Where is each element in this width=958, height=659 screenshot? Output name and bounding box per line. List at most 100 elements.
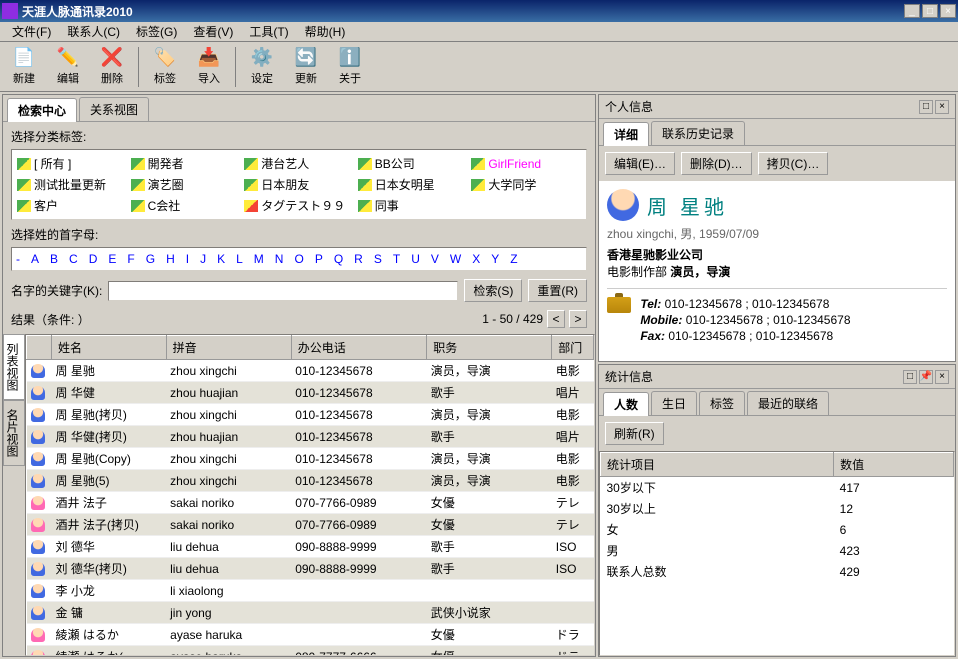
tag-item[interactable]: 港台艺人 [243,154,355,173]
panel-minimize-button[interactable]: □ [919,100,933,114]
tab-tags[interactable]: 标签 [699,391,745,415]
menu-contact[interactable]: 联系人(C) [59,21,128,42]
column-header[interactable]: 拼音 [166,336,291,360]
alpha-letter-R[interactable]: R [354,252,363,266]
alpha-letter-M[interactable]: M [254,252,264,266]
table-row[interactable]: 周 星驰(5)zhou xingchi010-12345678演员，导演电影 [27,470,594,492]
column-header[interactable] [27,336,52,360]
tag-item[interactable]: [ 所有 ] [16,154,128,173]
tag-item[interactable]: 大学同学 [470,175,582,194]
search-button[interactable]: 检索(S) [464,279,522,302]
refresh-button[interactable]: 刷新(R) [605,422,664,445]
tag-item[interactable]: 開発者 [130,154,242,173]
alpha-letter-K[interactable]: K [217,252,225,266]
tag-item[interactable]: BB公司 [357,154,469,173]
alpha-letter-Y[interactable]: Y [491,252,499,266]
tab-detail[interactable]: 详细 [603,122,649,146]
tab-recent[interactable]: 最近的联络 [747,391,829,415]
alpha-letter-U[interactable]: U [411,252,420,266]
alpha-letter-H[interactable]: H [166,252,175,266]
tag-item[interactable]: タグテスト９９ [243,196,355,215]
menu-tags[interactable]: 标签(G) [128,21,185,42]
tool-import[interactable]: 📥 导入 [189,45,229,89]
column-header[interactable]: 职务 [427,336,552,360]
alpha-letter-J[interactable]: J [200,252,206,266]
menu-file[interactable]: 文件(F) [4,21,59,42]
table-row[interactable]: 李 小龙li xiaolong [27,580,594,602]
table-row[interactable]: 金 镛jin yong武侠小说家 [27,602,594,624]
contact-table-wrap[interactable]: 姓名拼音办公电话职务部门 周 星驰zhou xingchi010-1234567… [25,334,595,656]
table-row[interactable]: 刘 德华liu dehua090-8888-9999歌手ISO [27,536,594,558]
tool-edit[interactable]: ✏️ 编辑 [48,45,88,89]
table-row[interactable]: 周 华健(拷贝)zhou huajian010-12345678歌手唱片 [27,426,594,448]
copy-contact-button[interactable]: 拷贝(C)… [758,152,829,175]
alpha-letter-L[interactable]: L [236,252,243,266]
tag-item[interactable]: 同事 [357,196,469,215]
table-row[interactable]: 刘 德华(拷贝)liu dehua090-8888-9999歌手ISO [27,558,594,580]
alpha-letter-V[interactable]: V [431,252,439,266]
alpha-letter-N[interactable]: N [275,252,284,266]
vert-tab-card[interactable]: 名片视图 [3,400,25,466]
panel-close-button[interactable]: × [935,370,949,384]
table-row[interactable]: 周 星驰(拷贝)zhou xingchi010-12345678演员，导演电影 [27,404,594,426]
tag-item[interactable]: 客户 [16,196,128,215]
menu-help[interactable]: 帮助(H) [297,21,354,42]
tool-settings[interactable]: ⚙️ 设定 [242,45,282,89]
tab-search-center[interactable]: 检索中心 [7,98,77,122]
prev-page-button[interactable]: < [547,310,565,328]
table-row[interactable]: 周 星驰(Copy)zhou xingchi010-12345678演员，导演电… [27,448,594,470]
table-row[interactable]: 周 星驰zhou xingchi010-12345678演员，导演电影 [27,360,594,382]
menu-view[interactable]: 查看(V) [185,21,241,42]
delete-contact-button[interactable]: 删除(D)… [681,152,752,175]
tag-item[interactable]: 演艺圈 [130,175,242,194]
tool-delete[interactable]: ❌ 删除 [92,45,132,89]
alpha-letter-D[interactable]: D [89,252,98,266]
menu-tools[interactable]: 工具(T) [241,21,296,42]
alpha-letter-O[interactable]: O [294,252,303,266]
tool-about[interactable]: ℹ️ 关于 [330,45,370,89]
alpha-letter-Z[interactable]: Z [510,252,517,266]
alpha-letter-F[interactable]: F [127,252,134,266]
tag-item[interactable]: GirlFriend [470,154,582,173]
column-header[interactable]: 部门 [552,336,594,360]
alpha-letter-A[interactable]: A [31,252,39,266]
tab-history[interactable]: 联系历史记录 [651,121,745,145]
alpha-letter-I[interactable]: I [186,252,189,266]
alpha-letter-E[interactable]: E [108,252,116,266]
tab-count[interactable]: 人数 [603,392,649,416]
column-header[interactable]: 办公电话 [291,336,426,360]
alpha-letter-C[interactable]: C [69,252,78,266]
table-row[interactable]: 綾瀬 はるか(…ayase haruka080-7777-6666女優ドラ [27,646,594,657]
alpha-letter-W[interactable]: W [450,252,461,266]
vert-tab-list[interactable]: 列表视图 [3,334,25,400]
table-row[interactable]: 綾瀬 はるかayase haruka女優ドラ [27,624,594,646]
panel-minimize-button[interactable]: □ [903,370,917,384]
alpha-letter-T[interactable]: T [393,252,400,266]
alpha-letter-B[interactable]: B [50,252,58,266]
tag-item[interactable]: C会社 [130,196,242,215]
tag-item[interactable]: 日本朋友 [243,175,355,194]
table-row[interactable]: 酒井 法子sakai noriko070-7766-0989女優テレ [27,492,594,514]
keyword-input[interactable] [108,281,458,301]
alpha-letter-S[interactable]: S [374,252,382,266]
tool-new[interactable]: 📄 新建 [4,45,44,89]
tag-item[interactable]: 测试批量更新 [16,175,128,194]
panel-close-button[interactable]: × [935,100,949,114]
tab-relation-view[interactable]: 关系视图 [79,97,149,121]
column-header[interactable]: 统计项目 [601,453,834,477]
tool-tags[interactable]: 🏷️ 标签 [145,45,185,89]
column-header[interactable]: 数值 [834,453,954,477]
alpha-letter-P[interactable]: P [315,252,323,266]
next-page-button[interactable]: > [569,310,587,328]
minimize-button[interactable]: _ [904,4,920,18]
edit-contact-button[interactable]: 编辑(E)… [605,152,675,175]
panel-pin-button[interactable]: 📌 [919,370,933,384]
column-header[interactable]: 姓名 [52,336,167,360]
reset-button[interactable]: 重置(R) [528,279,587,302]
tag-item[interactable]: 日本女明星 [357,175,469,194]
alpha-letter--[interactable]: - [16,252,20,266]
tab-birthday[interactable]: 生日 [651,391,697,415]
table-row[interactable]: 周 华健zhou huajian010-12345678歌手唱片 [27,382,594,404]
maximize-button[interactable]: □ [922,4,938,18]
alpha-letter-X[interactable]: X [472,252,480,266]
